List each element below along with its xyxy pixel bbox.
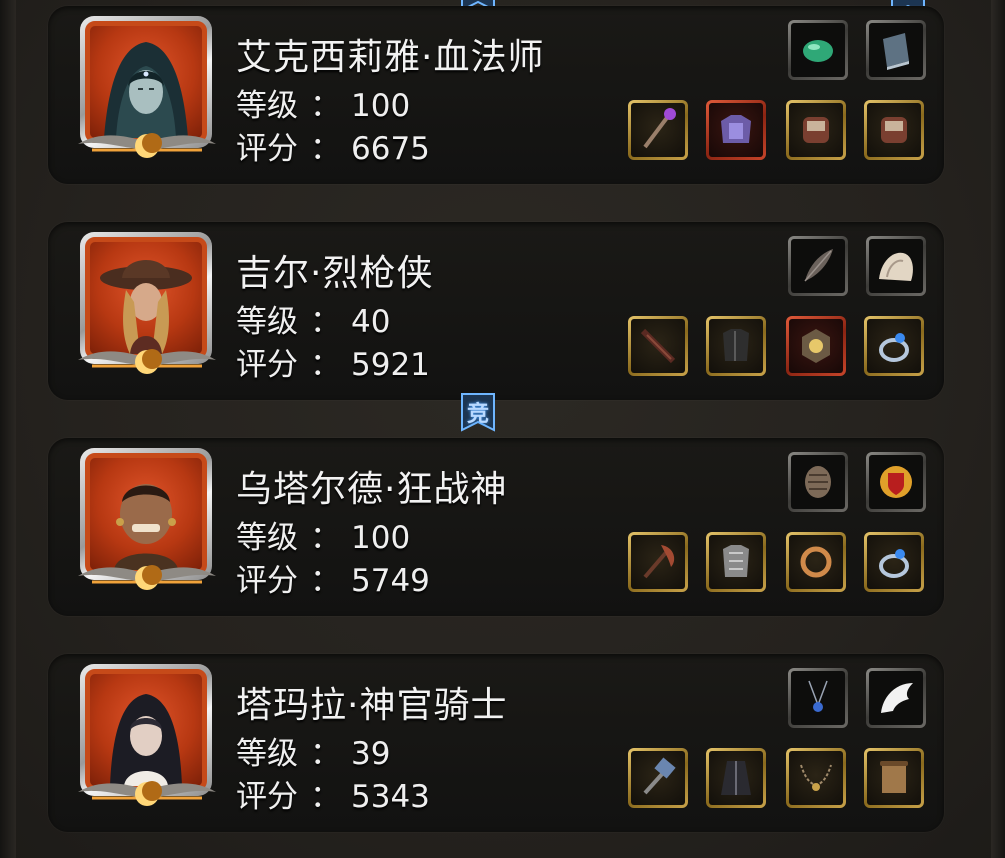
item-slot-shell[interactable] bbox=[788, 452, 848, 512]
hero-level: 等级： 40 bbox=[236, 304, 391, 340]
score-value: 5921 bbox=[351, 347, 430, 383]
item-slot-breastplate[interactable] bbox=[706, 532, 766, 592]
hero-name: 艾克西莉雅·血法师 bbox=[236, 37, 545, 78]
hero-score: 评分： 5921 bbox=[236, 347, 430, 383]
hero-card[interactable]: 吉尔·烈枪侠 等级： 40 评分： 5921 bbox=[48, 222, 944, 400]
gunslinger-portrait bbox=[100, 260, 192, 354]
hooded-mage-portrait bbox=[104, 42, 188, 138]
book-icon bbox=[883, 33, 909, 70]
rank-badge: 竞 bbox=[458, 392, 498, 432]
hero-score: 评分： 5343 bbox=[236, 779, 430, 815]
breastplate-icon bbox=[723, 545, 749, 577]
hero-level: 等级： 100 bbox=[236, 88, 411, 124]
green-gem-icon bbox=[803, 40, 833, 62]
portrait-frame-ornament bbox=[72, 124, 222, 160]
berserker-portrait bbox=[114, 484, 178, 570]
shell-icon bbox=[805, 466, 831, 498]
hammer-icon bbox=[643, 757, 676, 795]
bracer-icon bbox=[881, 117, 907, 143]
item-slot-axe[interactable] bbox=[628, 532, 688, 592]
item-slot-hammer[interactable] bbox=[628, 748, 688, 808]
item-slot-scroll[interactable] bbox=[864, 748, 924, 808]
hero-score: 评分： 5749 bbox=[236, 563, 430, 599]
medallion-icon bbox=[802, 329, 830, 363]
item-slot-ring[interactable] bbox=[864, 532, 924, 592]
rank-badge-label: 竞 bbox=[466, 402, 489, 427]
level-value: 100 bbox=[351, 520, 411, 556]
hero-card[interactable]: 塔玛拉·神官骑士 等级： 39 评分： 5343 bbox=[48, 654, 944, 832]
item-slot-rifle[interactable] bbox=[628, 316, 688, 376]
emblem-icon bbox=[880, 466, 912, 498]
chain-necklace-icon bbox=[800, 764, 832, 791]
blue-ring-icon bbox=[879, 549, 909, 578]
item-slot-chain-necklace[interactable] bbox=[786, 748, 846, 808]
level-value: 40 bbox=[351, 304, 391, 340]
gold-ring-icon bbox=[800, 546, 832, 578]
axe-icon bbox=[643, 545, 675, 579]
hero-name: 吉尔·烈枪侠 bbox=[236, 253, 434, 294]
score-value: 5343 bbox=[351, 779, 430, 815]
item-slot-staff[interactable] bbox=[628, 100, 688, 160]
armor-icon bbox=[721, 115, 751, 143]
hero-card[interactable]: 乌塔尔德·狂战神 等级： 100 评分： 5749 bbox=[48, 438, 944, 616]
level-value: 39 bbox=[351, 736, 391, 772]
item-slot-fur[interactable] bbox=[866, 236, 926, 296]
portrait-frame-ornament bbox=[72, 556, 222, 592]
item-slot-emblem[interactable] bbox=[866, 452, 926, 512]
hero-name: 乌塔尔德·狂战神 bbox=[236, 469, 508, 510]
item-slot-bracer[interactable] bbox=[864, 100, 924, 160]
robe-icon bbox=[721, 761, 751, 795]
blue-ring-icon bbox=[879, 333, 909, 362]
item-slot-bracer[interactable] bbox=[786, 100, 846, 160]
nun-portrait bbox=[110, 694, 182, 786]
scroll-icon bbox=[880, 761, 908, 793]
hero-score: 评分： 6675 bbox=[236, 131, 430, 167]
hero-name: 塔玛拉·神官骑士 bbox=[236, 685, 508, 726]
hero-level: 等级： 100 bbox=[236, 520, 411, 556]
staff-icon bbox=[643, 108, 676, 149]
fur-icon bbox=[879, 252, 913, 281]
bracer-icon bbox=[803, 117, 829, 143]
item-slot-green-gem[interactable] bbox=[788, 20, 848, 80]
right-edge bbox=[991, 0, 1005, 858]
score-value: 5749 bbox=[351, 563, 430, 599]
item-slot-book[interactable] bbox=[866, 20, 926, 80]
item-slot-armor[interactable] bbox=[706, 100, 766, 160]
hero-level: 等级： 39 bbox=[236, 736, 391, 772]
necklace-icon bbox=[808, 680, 828, 712]
hero-card[interactable]: 艾克西莉雅·血法师 等级： 100 评分： 6675 bbox=[48, 6, 944, 184]
level-value: 100 bbox=[351, 88, 411, 124]
score-value: 6675 bbox=[351, 131, 430, 167]
vest-icon bbox=[723, 329, 749, 361]
left-edge bbox=[0, 0, 16, 858]
item-slot-wing[interactable] bbox=[866, 668, 926, 728]
wing-icon bbox=[881, 683, 913, 713]
rifle-icon bbox=[640, 328, 676, 364]
item-slot-ring[interactable] bbox=[786, 532, 846, 592]
item-slot-necklace[interactable] bbox=[788, 668, 848, 728]
portrait-frame-ornament bbox=[72, 772, 222, 808]
portrait-frame-ornament bbox=[72, 340, 222, 376]
item-slot-vest[interactable] bbox=[706, 316, 766, 376]
item-slot-medallion[interactable] bbox=[786, 316, 846, 376]
item-slot-feather[interactable] bbox=[788, 236, 848, 296]
item-slot-robe[interactable] bbox=[706, 748, 766, 808]
feather-icon bbox=[804, 249, 833, 282]
item-slot-ring[interactable] bbox=[864, 316, 924, 376]
